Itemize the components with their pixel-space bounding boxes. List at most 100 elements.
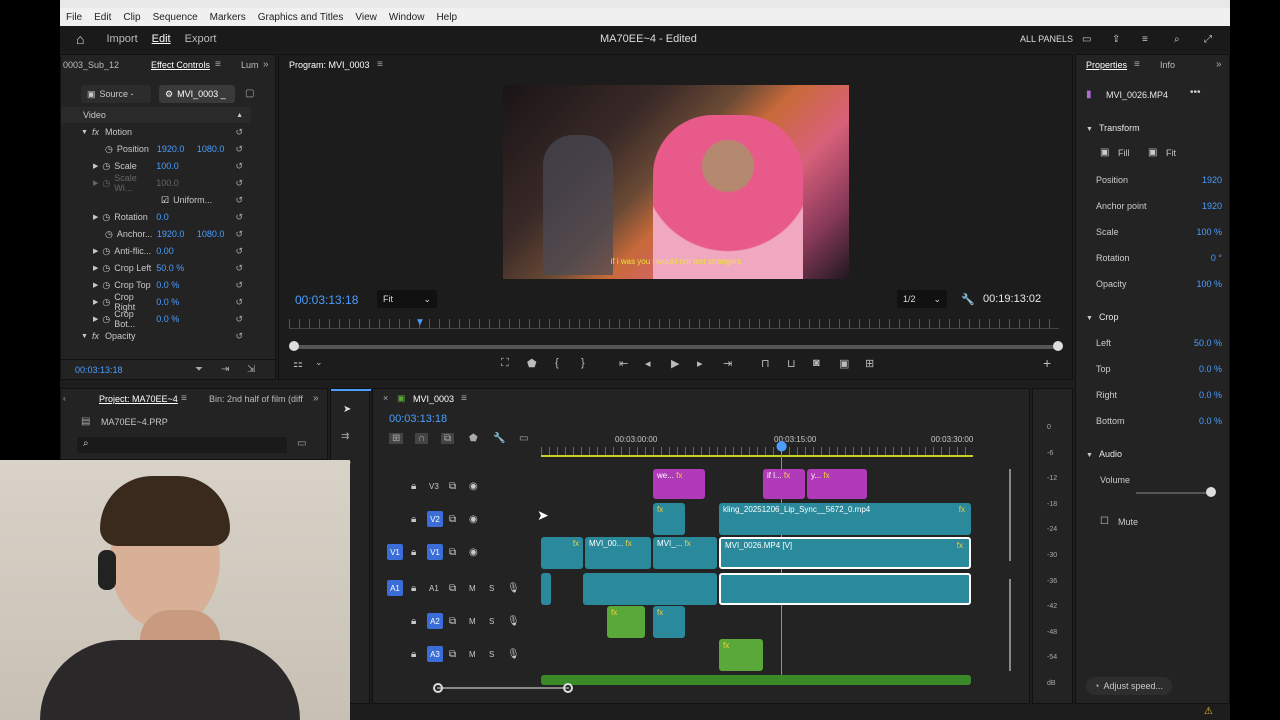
prop-scale[interactable]: Scale 100 % [1096,227,1236,237]
expand-icon[interactable]: ▶ [93,247,98,255]
prop-uniform-scale[interactable]: ☑ Uniform... ↺ [61,192,251,208]
checkbox-icon[interactable]: ☐ [1100,516,1109,527]
timeline-scrollbar[interactable] [437,687,569,689]
snap-icon[interactable]: ∩ [415,433,429,444]
wrench-icon[interactable]: 🔧 [961,293,975,306]
menu-sequence[interactable]: Sequence [153,12,198,23]
audio-header[interactable]: ▼ Audio [1086,449,1206,459]
toggle-icon[interactable]: ▢ [245,88,254,99]
stopwatch-icon[interactable]: ◷ [105,144,113,155]
tab-sequence[interactable]: MVI_0003 [413,394,454,404]
clip-v1-a[interactable]: MVI_00... fx [585,537,651,569]
source-a1-button[interactable]: A1 [387,580,403,596]
menu-graphics[interactable]: Graphics and Titles [258,12,344,23]
project-search-input[interactable] [77,437,287,453]
checkbox-checked-icon[interactable]: ☑ [161,195,169,206]
warning-icon[interactable]: ⚠ [1204,706,1213,717]
stopwatch-icon[interactable]: ◷ [102,314,110,325]
tab-info[interactable]: Info [1160,60,1175,70]
sync-icon[interactable]: ⧉ [449,547,456,558]
fill-icon[interactable]: ▣ [1100,147,1109,158]
linked-icon[interactable]: ⧉ [441,433,455,444]
clip-a3[interactable]: fx [719,639,763,671]
volume-slider[interactable] [1136,492,1212,494]
reset-icon[interactable]: ↺ [235,161,243,172]
go-to-out-icon[interactable]: ⇥ [723,357,732,370]
stopwatch-icon[interactable]: ◷ [102,212,110,223]
vertical-scroll-v[interactable] [1009,469,1011,561]
motion-row[interactable]: ▼ fx Motion ↺ [61,124,251,140]
clip-v3-b[interactable]: if l... fx [763,469,805,499]
ec-timecode[interactable]: 00:03:13:18 [75,365,123,375]
eye-icon[interactable]: ◉ [469,481,478,492]
panel-icon[interactable]: ▭ [1082,34,1091,45]
close-icon[interactable]: × [383,393,388,403]
reset-icon[interactable]: ↺ [235,229,243,240]
tab-bin[interactable]: Bin: 2nd half of film (diff [209,394,303,404]
solo-s-icon[interactable]: S [489,617,494,626]
clip-music[interactable] [541,675,971,685]
tab-lumetri[interactable]: Lum [241,60,259,70]
timeline-ruler[interactable] [541,447,973,457]
program-timecode[interactable]: 00:03:13:18 [295,293,358,307]
expand-icon[interactable]: ▶ [93,298,98,306]
panel-menu-icon[interactable]: ≡ [215,59,221,70]
scroll-handle-right[interactable] [563,683,573,693]
clip-a2-b[interactable]: fx [653,606,685,638]
scroll-up-icon[interactable]: ▲ [236,112,243,119]
expand-icon[interactable]: ▶ [93,162,98,170]
clip-v3-a[interactable]: we... fx [653,469,705,499]
reset-icon[interactable]: ↺ [235,178,243,189]
adjust-speed-button[interactable]: ◔ Adjust speed... [1086,677,1172,695]
crop-top[interactable]: Top 0.0 % [1096,364,1236,374]
clip-v2-small[interactable]: fx [653,503,685,535]
sync-icon[interactable]: ⧉ [449,481,456,492]
search-icon[interactable]: ⌕ [1174,34,1180,45]
program-title[interactable]: Program: MVI_0003 [289,60,370,70]
menu-help[interactable]: Help [436,12,457,23]
stopwatch-icon[interactable]: ◷ [102,280,110,291]
menu-edit[interactable]: Edit [94,12,111,23]
menu-markers[interactable]: Markers [210,12,246,23]
prop-crop-bottom[interactable]: ▶ ◷ Crop Bot... 0.0 % ↺ [61,309,251,329]
panel-menu-icon[interactable]: ≡ [181,393,187,404]
clip-a1-b[interactable] [719,573,971,605]
home-icon[interactable]: ⌂ [76,31,84,47]
stopwatch-icon[interactable]: ◷ [102,297,110,308]
add-marker-icon[interactable]: ⬟ [527,357,537,370]
prop-rotation[interactable]: Rotation 0 ° [1096,253,1236,263]
expand-icon[interactable]: ▶ [93,281,98,289]
lock-icon[interactable]: 🔒︎ [411,583,416,594]
more-icon[interactable]: » [1216,59,1222,70]
new-bin-icon[interactable]: ▭ [297,438,306,449]
playhead-marker[interactable]: ⬤ [776,441,787,452]
clip-a2-a[interactable]: fx [607,606,645,638]
mic-icon[interactable]: 🎙︎ [507,583,520,594]
mark-in-icon[interactable]: { [555,357,559,369]
track-v2-label[interactable]: V2 [427,511,443,527]
eye-icon[interactable]: ◉ [469,547,478,558]
mic-icon[interactable]: 🎙︎ [507,616,520,627]
caption-icon[interactable]: ▭ [519,433,528,444]
timeline-timecode[interactable]: 00:03:13:18 [389,413,447,425]
play-only-icon[interactable]: ⇥ [221,364,229,375]
ellipsis-icon[interactable]: ••• [1190,87,1201,98]
stopwatch-icon[interactable]: ◷ [102,263,110,274]
scroll-handle-left[interactable] [433,683,443,693]
reset-icon[interactable]: ↺ [235,280,243,291]
stopwatch-icon[interactable]: ◷ [105,229,113,240]
clip-a1-start[interactable] [541,573,551,605]
expand-icon[interactable]: ▶ [93,213,98,221]
solo-s-icon[interactable]: S [489,650,494,659]
crop-bottom[interactable]: Bottom 0.0 % [1096,416,1236,426]
expand-icon[interactable]: ▶ [93,315,98,323]
tab-project[interactable]: Project: MA70EE~4 [99,394,178,404]
wrench-icon[interactable]: 🔧 [493,433,505,444]
crop-left[interactable]: Left 50.0 % [1096,338,1236,348]
fit-label[interactable]: Fit [1166,148,1176,158]
crop-right[interactable]: Right 0.0 % [1096,390,1236,400]
panel-menu-icon[interactable]: ≡ [461,393,467,404]
fullscreen-icon[interactable]: ⤢ [1204,34,1212,45]
share-icon[interactable]: ⇪ [1112,34,1120,45]
prop-anchor[interactable]: ◷ Anchor... 1920.0 1080.0 ↺ [61,226,251,242]
